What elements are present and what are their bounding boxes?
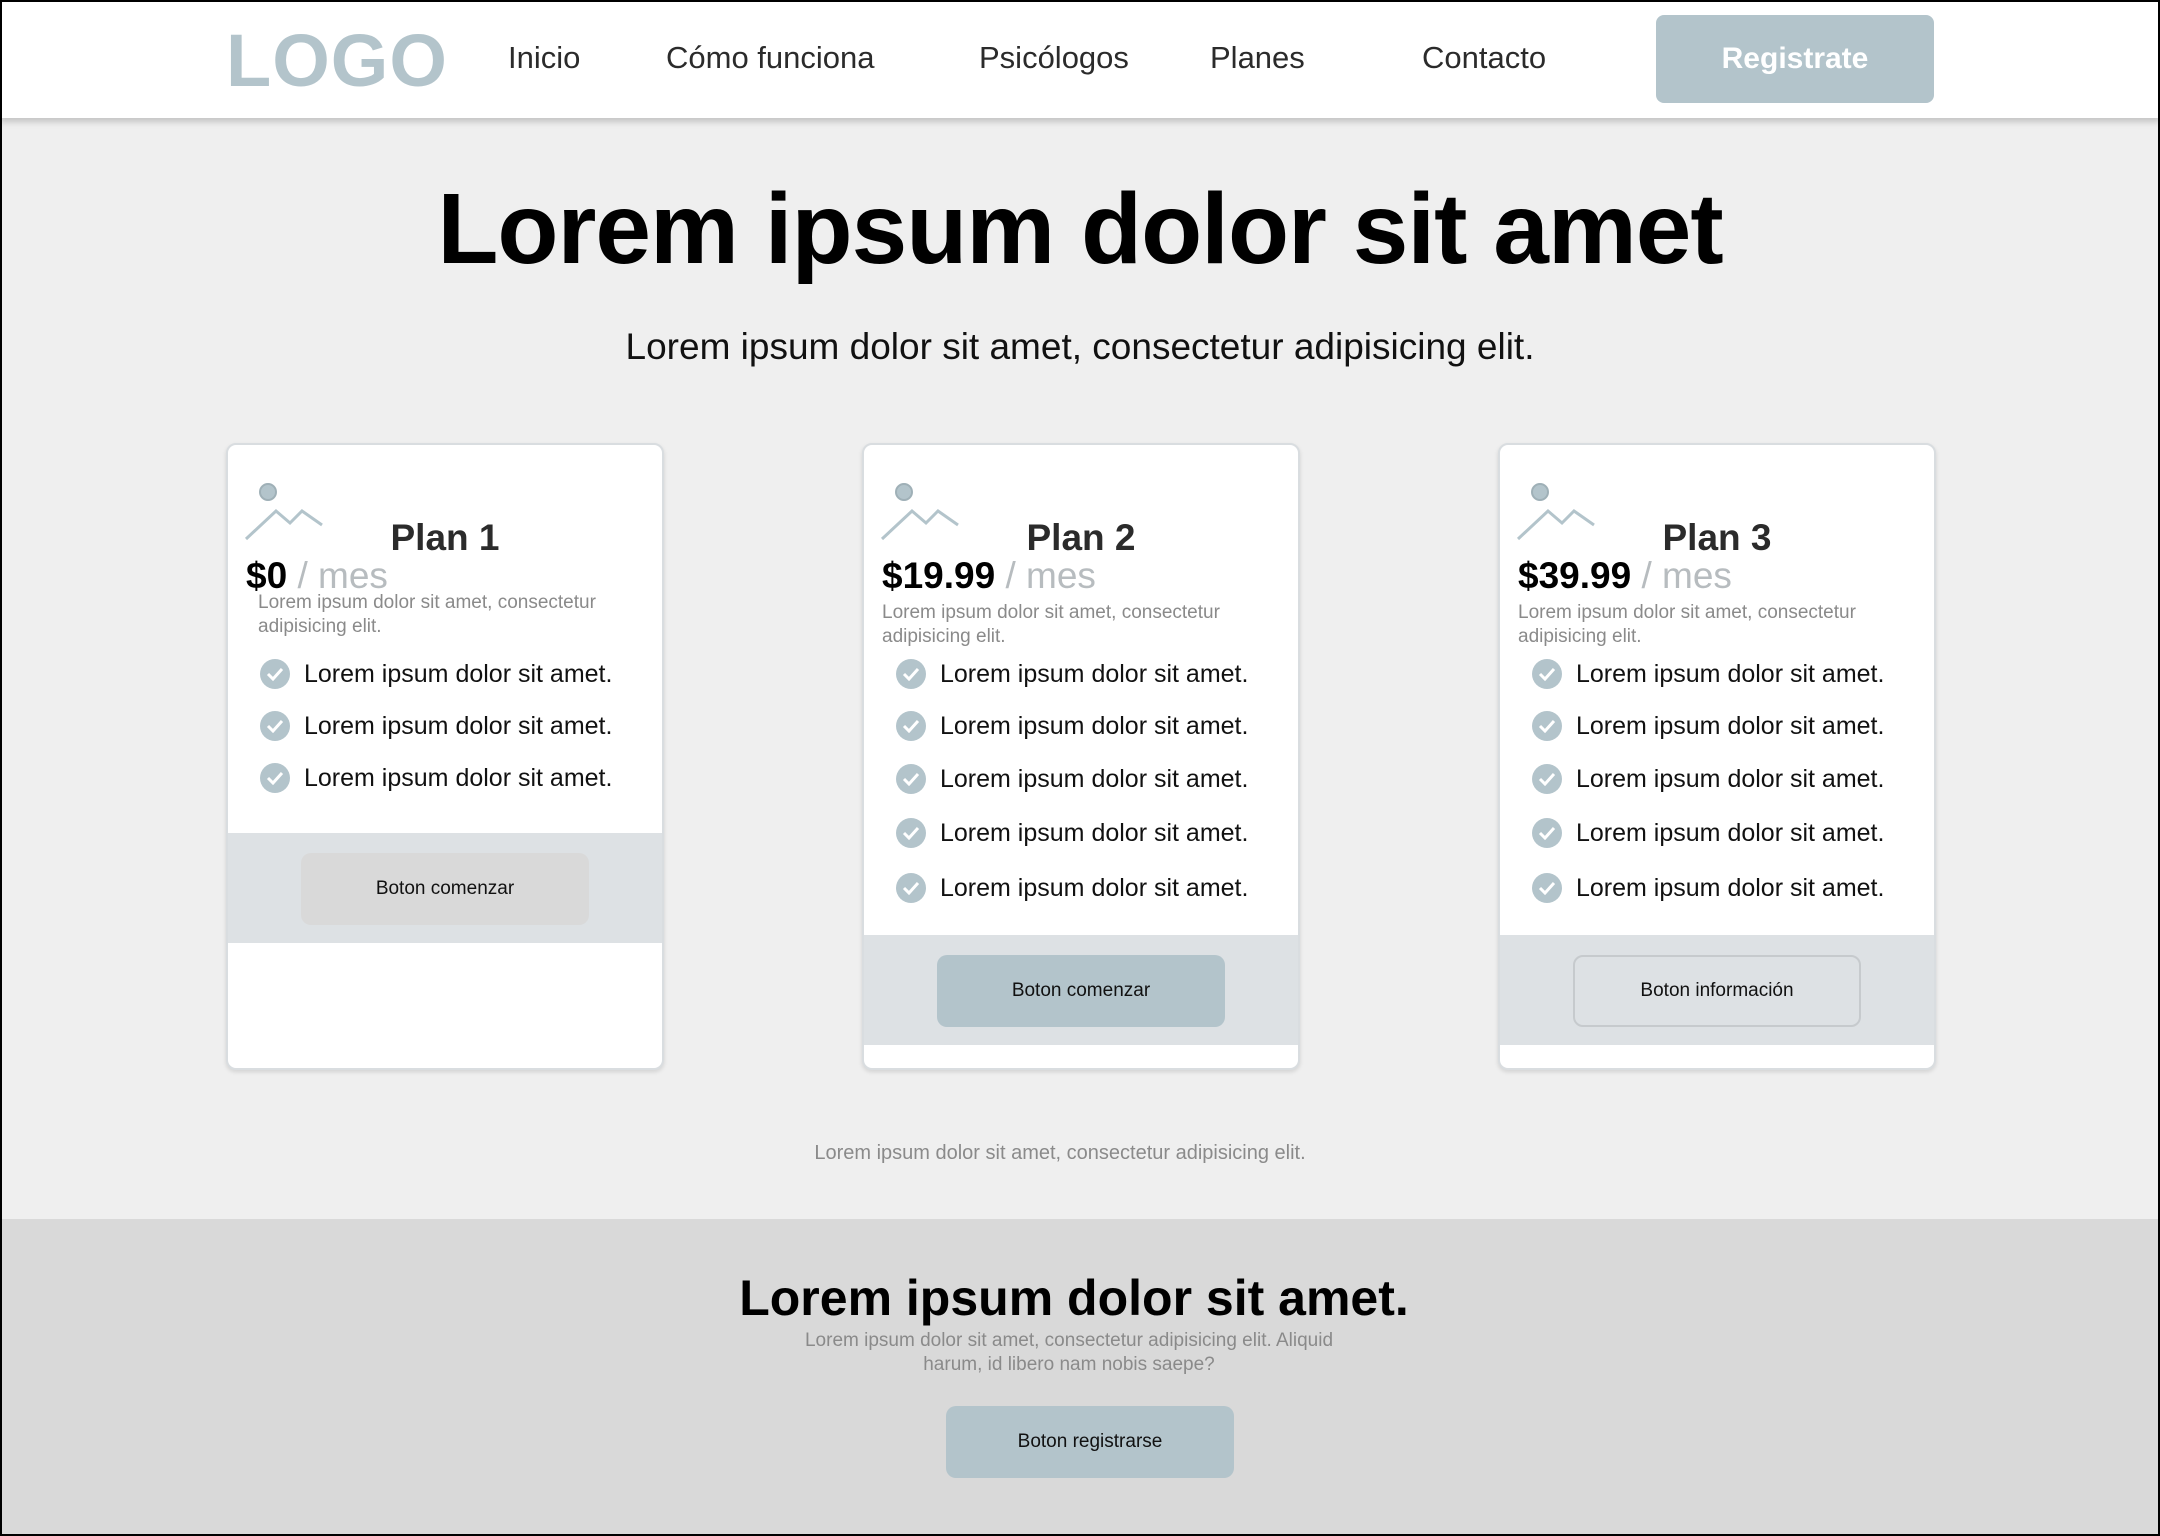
nav-link-contacto[interactable]: Contacto [1422,40,1546,76]
feature-label: Lorem ipsum dolor sit amet. [940,659,1249,688]
feature-item: Lorem ipsum dolor sit amet. [1532,816,1884,850]
plan-description: Lorem ipsum dolor sit amet, consectetur … [882,602,1220,647]
plan-description: Lorem ipsum dolor sit amet, consectetur … [258,592,596,637]
nav-link-inicio[interactable]: Inicio [508,40,580,76]
check-circle-icon [896,818,926,848]
plan-card-footer: Boton comenzar [864,935,1298,1045]
plan-card-3: Plan 3 $39.99 / mes Lorem ipsum dolor si… [1498,443,1936,1070]
feature-item: Lorem ipsum dolor sit amet. [896,709,1248,743]
plan-card-1: Plan 1 $0 / mes Lorem ipsum dolor sit am… [226,443,664,1070]
nav-link-psicologos[interactable]: Psicólogos [979,40,1129,76]
nav-link-planes[interactable]: Planes [1210,40,1305,76]
cta-section: Lorem ipsum dolor sit amet. Lorem ipsum … [0,1219,2160,1536]
feature-item: Lorem ipsum dolor sit amet. [896,657,1248,691]
check-circle-icon [896,873,926,903]
plan-name: Plan 2 [1026,517,1136,558]
check-circle-icon [260,711,290,741]
feature-label: Lorem ipsum dolor sit amet. [1576,764,1885,793]
plans-note: Lorem ipsum dolor sit amet, consectetur … [814,1142,1306,1164]
price-amount: $19.99 [882,555,996,596]
plan-card-footer: Boton información [1500,935,1934,1045]
feature-item: Lorem ipsum dolor sit amet. [1532,762,1884,796]
feature-item: Lorem ipsum dolor sit amet. [1532,709,1884,743]
start-button[interactable]: Boton comenzar [937,955,1225,1027]
feature-item: Lorem ipsum dolor sit amet. [260,761,612,795]
feature-item: Lorem ipsum dolor sit amet. [896,816,1248,850]
cta-title: Lorem ipsum dolor sit amet. [739,1270,1409,1326]
nav-link-como-funciona[interactable]: Cómo funciona [666,40,875,76]
feature-label: Lorem ipsum dolor sit amet. [940,711,1249,740]
info-button[interactable]: Boton información [1573,955,1861,1027]
plan-description: Lorem ipsum dolor sit amet, consectetur … [1518,602,1856,647]
feature-item: Lorem ipsum dolor sit amet. [1532,871,1884,905]
feature-label: Lorem ipsum dolor sit amet. [304,763,613,792]
logo[interactable]: LOGO [226,18,448,103]
check-circle-icon [896,711,926,741]
feature-item: Lorem ipsum dolor sit amet. [896,762,1248,796]
check-circle-icon [1532,873,1562,903]
plan-card-2: Plan 2 $19.99 / mes Lorem ipsum dolor si… [862,443,1300,1070]
feature-label: Lorem ipsum dolor sit amet. [940,818,1249,847]
check-circle-icon [896,659,926,689]
feature-label: Lorem ipsum dolor sit amet. [304,659,613,688]
feature-item: Lorem ipsum dolor sit amet. [260,709,612,743]
price-amount: $39.99 [1518,555,1632,596]
plan-price: $39.99 / mes [1518,555,1732,597]
price-unit: / mes [1641,555,1732,596]
hero-subtitle: Lorem ipsum dolor sit amet, consectetur … [625,326,1535,367]
feature-label: Lorem ipsum dolor sit amet. [940,873,1249,902]
feature-label: Lorem ipsum dolor sit amet. [940,764,1249,793]
feature-label: Lorem ipsum dolor sit amet. [1576,711,1885,740]
feature-item: Lorem ipsum dolor sit amet. [1532,657,1884,691]
navbar: LOGO Inicio Cómo funciona Psicólogos Pla… [0,0,2160,118]
feature-label: Lorem ipsum dolor sit amet. [304,711,613,740]
check-circle-icon [1532,764,1562,794]
check-circle-icon [260,763,290,793]
feature-label: Lorem ipsum dolor sit amet. [1576,659,1885,688]
check-circle-icon [896,764,926,794]
start-button[interactable]: Boton comenzar [301,853,589,925]
price-unit: / mes [1005,555,1096,596]
check-circle-icon [1532,818,1562,848]
hero-title: Lorem ipsum dolor sit amet [437,173,1723,285]
price-amount: $0 [246,555,288,596]
plan-name: Plan 3 [1662,517,1772,558]
cta-text: Lorem ipsum dolor sit amet, consectetur … [804,1330,1334,1375]
check-circle-icon [1532,659,1562,689]
check-circle-icon [260,659,290,689]
feature-label: Lorem ipsum dolor sit amet. [1576,818,1885,847]
signup-button[interactable]: Boton registrarse [946,1406,1234,1478]
feature-item: Lorem ipsum dolor sit amet. [896,871,1248,905]
plan-card-footer: Boton comenzar [228,833,662,943]
register-button[interactable]: Registrate [1656,15,1934,103]
plan-name: Plan 1 [390,517,500,558]
check-circle-icon [1532,711,1562,741]
feature-item: Lorem ipsum dolor sit amet. [260,657,612,691]
price-unit: / mes [297,555,388,596]
plan-price: $19.99 / mes [882,555,1096,597]
feature-label: Lorem ipsum dolor sit amet. [1576,873,1885,902]
